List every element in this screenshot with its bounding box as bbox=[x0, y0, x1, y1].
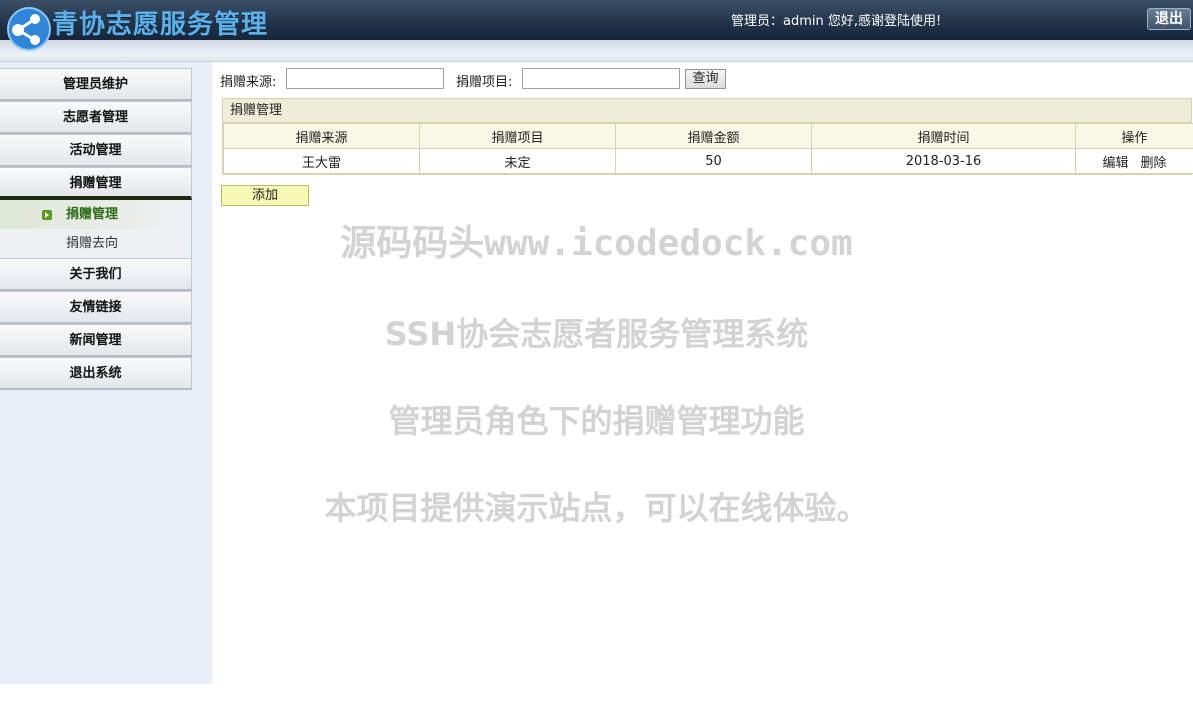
query-button[interactable]: 查询 bbox=[685, 69, 726, 89]
cell-source: 王大雷 bbox=[223, 148, 420, 174]
sidebar-item-volunteers[interactable]: 志愿者管理 bbox=[0, 101, 192, 134]
cell-actions: 编辑 删除 bbox=[1075, 148, 1193, 174]
sidebar-item-news[interactable]: 新闻管理 bbox=[0, 324, 192, 357]
cell-amount: 50 bbox=[615, 148, 812, 174]
donation-table: 捐赠来源 捐赠项目 捐赠金额 捐赠时间 操作 王大雷 未定 50 2018-03… bbox=[223, 123, 1193, 174]
submenu-item-label: 捐赠去向 bbox=[66, 236, 119, 251]
cell-item: 未定 bbox=[419, 148, 616, 174]
welcome-text: 管理员：admin 您好,感谢登陆使用! bbox=[731, 14, 942, 29]
submenu-item-label: 捐赠管理 bbox=[66, 207, 119, 222]
logout-button[interactable]: 退出 bbox=[1147, 8, 1191, 30]
column-header-amount: 捐赠金额 bbox=[615, 123, 812, 149]
donations-submenu: 捐赠管理 捐赠去向 bbox=[0, 200, 192, 258]
item-input[interactable] bbox=[522, 68, 680, 89]
submenu-item-donation-destination[interactable]: 捐赠去向 bbox=[0, 229, 191, 258]
item-label: 捐赠项目: bbox=[456, 75, 513, 90]
sidebar-menu: 管理员维护 志愿者管理 活动管理 捐赠管理 捐赠管理 捐赠去向 关于我们 友情链… bbox=[0, 68, 192, 390]
add-button[interactable]: 添加 bbox=[221, 185, 309, 206]
cell-date: 2018-03-16 bbox=[811, 148, 1076, 174]
sidebar-item-activities[interactable]: 活动管理 bbox=[0, 134, 192, 167]
main-content: 捐赠来源: 捐赠项目: 查询 捐赠管理 捐赠来源 捐赠项目 捐赠金额 捐赠时间 … bbox=[212, 62, 1193, 684]
column-header-actions: 操作 bbox=[1075, 123, 1193, 149]
grid-caption: 捐赠管理 bbox=[223, 99, 1191, 123]
source-label: 捐赠来源: bbox=[220, 75, 277, 90]
top-header: 青协志愿服务管理 管理员：admin 您好,感谢登陆使用! 退出 bbox=[0, 0, 1193, 40]
sidebar-item-about[interactable]: 关于我们 bbox=[0, 258, 192, 291]
sidebar-item-admin[interactable]: 管理员维护 bbox=[0, 68, 192, 101]
app-title: 青协志愿服务管理 bbox=[52, 10, 269, 40]
arrow-right-icon bbox=[42, 210, 52, 220]
table-row: 王大雷 未定 50 2018-03-16 编辑 删除 bbox=[223, 148, 1193, 174]
donation-grid: 捐赠管理 捐赠来源 捐赠项目 捐赠金额 捐赠时间 操作 王大雷 未定 50 20… bbox=[222, 98, 1193, 175]
header-subbar bbox=[0, 40, 1193, 62]
table-header-row: 捐赠来源 捐赠项目 捐赠金额 捐赠时间 操作 bbox=[223, 123, 1193, 149]
sidebar-item-exit[interactable]: 退出系统 bbox=[0, 357, 192, 390]
column-header-source: 捐赠来源 bbox=[223, 123, 420, 149]
source-input[interactable] bbox=[286, 68, 444, 89]
delete-link[interactable]: 删除 bbox=[1141, 156, 1167, 171]
column-header-item: 捐赠项目 bbox=[419, 123, 616, 149]
sidebar: 管理员维护 志愿者管理 活动管理 捐赠管理 捐赠管理 捐赠去向 关于我们 友情链… bbox=[0, 62, 212, 684]
sidebar-item-donations[interactable]: 捐赠管理 bbox=[0, 167, 192, 200]
sidebar-item-links[interactable]: 友情链接 bbox=[0, 291, 192, 324]
submenu-item-donation-management[interactable]: 捐赠管理 bbox=[0, 200, 191, 229]
column-header-date: 捐赠时间 bbox=[811, 123, 1076, 149]
edit-link[interactable]: 编辑 bbox=[1102, 156, 1128, 171]
logo-icon bbox=[7, 7, 51, 51]
